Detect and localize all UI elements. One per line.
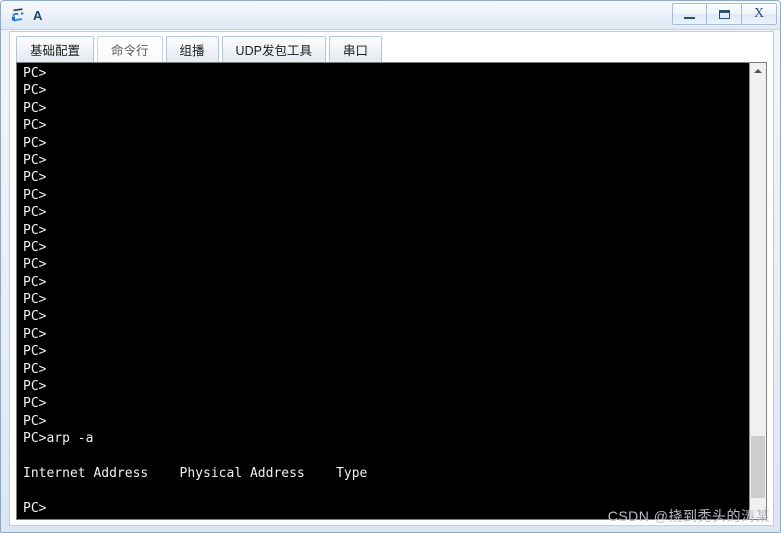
terminal-line: PC>	[23, 379, 47, 395]
maximize-icon	[718, 9, 730, 19]
terminal-line: PC>	[23, 274, 47, 290]
tab-basic-config[interactable]: 基础配置	[16, 36, 95, 62]
terminal-line: PC>	[23, 257, 47, 273]
minimize-button[interactable]	[672, 3, 707, 25]
window-controls: X	[672, 3, 777, 25]
terminal-scrollbar[interactable]	[749, 63, 766, 519]
terminal-line: PC>	[23, 309, 47, 325]
terminal-line: Internet Address Physical Address Type	[23, 465, 368, 481]
terminal-line: PC>	[23, 118, 47, 134]
terminal-line: PC>	[23, 100, 47, 116]
terminal-line: PC>	[23, 135, 47, 151]
tab-command-line-label: 命令行	[111, 44, 149, 58]
terminal-line: PC>	[23, 83, 47, 99]
terminal-line: PC>	[23, 396, 47, 412]
terminal-line: PC>	[23, 344, 47, 360]
terminal-line: PC>	[23, 222, 47, 238]
terminal-line: PC>	[23, 187, 47, 203]
terminal-line: PC>	[23, 292, 47, 308]
client-area: 基础配置 命令行 组播 UDP发包工具 串口 PC> PC> PC> PC> PC> PC…	[9, 31, 774, 526]
terminal-line: PC>	[23, 239, 47, 255]
scrollbar-thumb[interactable]	[751, 436, 765, 498]
title-bar-left: A	[10, 4, 43, 26]
scrollbar-track[interactable]	[750, 79, 766, 519]
tab-udp-packet-tool-label: UDP发包工具	[235, 44, 312, 58]
scroll-up-arrow[interactable]	[750, 63, 766, 79]
terminal-line: PC>	[23, 413, 47, 429]
tab-udp-packet-tool[interactable]: UDP发包工具	[221, 36, 326, 62]
tab-command-line[interactable]: 命令行	[97, 36, 163, 62]
title-bar: A X	[1, 1, 780, 30]
terminal-line: PC>arp -a	[23, 431, 94, 447]
tab-basic-config-label: 基础配置	[30, 44, 81, 58]
close-button[interactable]: X	[742, 3, 777, 25]
tab-multicast-label: 组播	[179, 44, 205, 58]
terminal-panel: PC> PC> PC> PC> PC> PC> PC> PC> PC> PC> PC> PC> PC> P…	[16, 62, 767, 520]
terminal-line: PC>	[23, 205, 47, 221]
network-device-icon	[10, 6, 28, 24]
minimize-icon	[684, 16, 695, 19]
terminal-line: PC>	[23, 326, 47, 342]
terminal-line: PC>	[23, 170, 47, 186]
chevron-up-icon	[754, 69, 762, 73]
terminal-line: PC>	[23, 500, 47, 516]
close-icon: X	[753, 6, 765, 21]
terminal-output[interactable]: PC> PC> PC> PC> PC> PC> PC> PC> PC> PC> PC> PC> PC> P…	[17, 63, 749, 519]
terminal-line: PC>	[23, 152, 47, 168]
window-title: A	[33, 7, 43, 23]
application-window: A X 基础配置 命令行 组播 UDP发包工具 串口 PC> PC> PC> P…	[0, 0, 781, 533]
tab-serial-port[interactable]: 串口	[328, 36, 382, 62]
tab-multicast[interactable]: 组播	[165, 36, 219, 62]
terminal-line: PC>	[23, 361, 47, 377]
terminal-line: PC>	[23, 66, 47, 81]
tab-serial-port-label: 串口	[342, 44, 368, 58]
tab-bar: 基础配置 命令行 组播 UDP发包工具 串口	[10, 32, 773, 62]
maximize-button[interactable]	[707, 3, 742, 25]
